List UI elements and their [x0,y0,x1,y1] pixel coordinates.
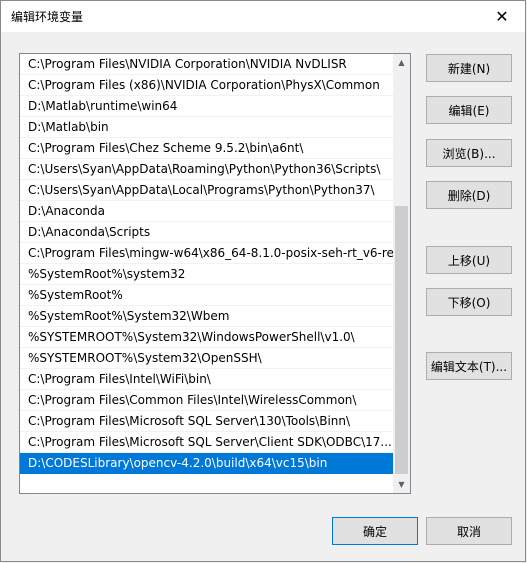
path-list[interactable]: C:\Program Files\NVIDIA Corporation\NVID… [19,53,411,494]
cancel-button[interactable]: 取消 [426,517,512,545]
browse-button[interactable]: 浏览(B)... [426,139,512,167]
scrollbar-thumb[interactable] [395,206,408,474]
list-item[interactable]: C:\Users\Syan\AppData\Roaming\Python\Pyt… [20,159,393,180]
edit-env-var-dialog: 编辑环境变量 ✕ C:\Program Files\NVIDIA Corpora… [0,0,526,562]
list-item[interactable]: C:\Users\Syan\AppData\Local\Programs\Pyt… [20,180,393,201]
list-item[interactable]: %SYSTEMROOT%\System32\WindowsPowerShell\… [20,327,393,348]
list-item[interactable]: D:\Anaconda\Scripts [20,222,393,243]
window-title: 编辑环境变量 [11,10,84,24]
list-item[interactable]: %SystemRoot% [20,285,393,306]
list-item[interactable]: D:\Anaconda [20,201,393,222]
move-up-button[interactable]: 上移(U) [426,246,512,274]
edit-text-button[interactable]: 编辑文本(T)... [426,352,512,380]
list-item[interactable]: D:\Matlab\runtime\win64 [20,96,393,117]
list-item[interactable]: D:\CODESLibrary\opencv-4.2.0\build\x64\v… [20,453,393,474]
close-icon[interactable]: ✕ [479,1,525,32]
list-item[interactable]: %SYSTEMROOT%\System32\OpenSSH\ [20,348,393,369]
list-item[interactable]: %SystemRoot%\System32\Wbem [20,306,393,327]
list-item[interactable]: C:\Program Files (x86)\NVIDIA Corporatio… [20,75,393,96]
vertical-scrollbar[interactable]: ▲ ▼ [393,54,410,493]
move-down-button[interactable]: 下移(O) [426,288,512,316]
title-bar: 编辑环境变量 ✕ [1,1,525,32]
ok-button[interactable]: 确定 [332,517,418,545]
list-item[interactable]: C:\Program Files\Chez Scheme 9.5.2\bin\a… [20,138,393,159]
list-item[interactable]: C:\Program Files\Microsoft SQL Server\Cl… [20,432,393,453]
list-item[interactable]: C:\Program Files\Microsoft SQL Server\13… [20,411,393,432]
delete-button[interactable]: 删除(D) [426,181,512,209]
list-item[interactable]: C:\Program Files\Intel\WiFi\bin\ [20,369,393,390]
scroll-up-arrow-icon[interactable]: ▲ [393,54,410,71]
list-item[interactable]: D:\Matlab\bin [20,117,393,138]
list-item[interactable]: C:\Program Files\mingw-w64\x86_64-8.1.0-… [20,243,393,264]
edit-button[interactable]: 编辑(E) [426,96,512,124]
path-list-rows: C:\Program Files\NVIDIA Corporation\NVID… [20,54,393,474]
list-item[interactable]: %SystemRoot%\system32 [20,264,393,285]
new-button[interactable]: 新建(N) [426,54,512,82]
scroll-down-arrow-icon[interactable]: ▼ [393,476,410,493]
list-item[interactable]: C:\Program Files\Common Files\Intel\Wire… [20,390,393,411]
list-item[interactable]: C:\Program Files\NVIDIA Corporation\NVID… [20,54,393,75]
